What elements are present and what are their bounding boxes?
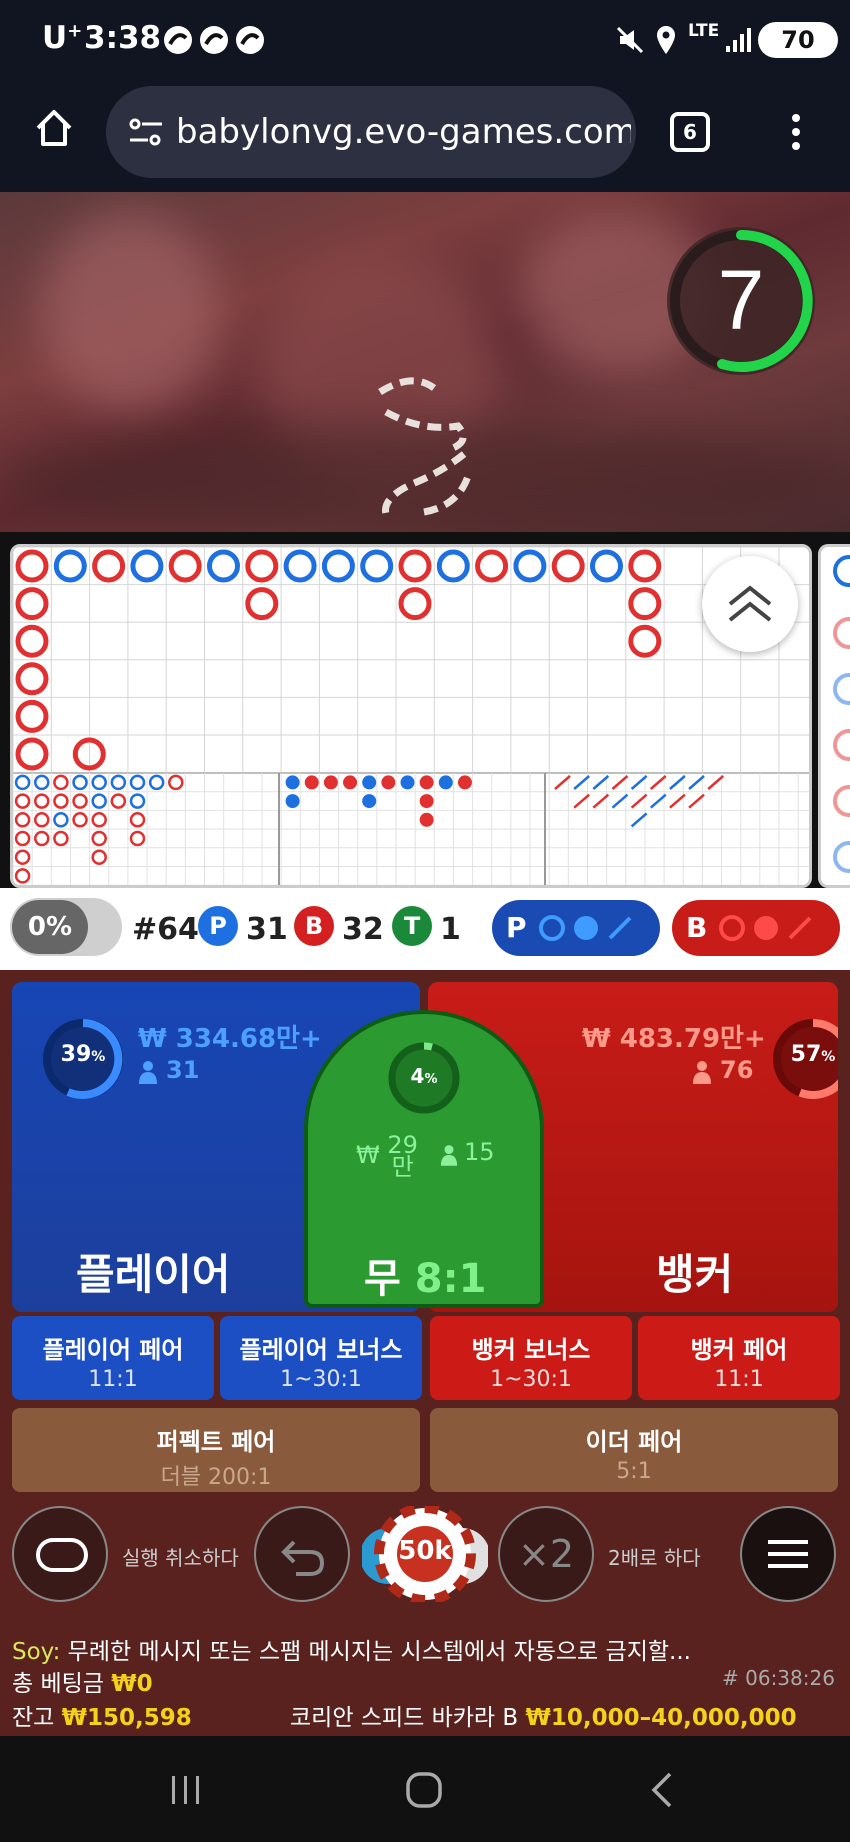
tie-bet-amount: ₩ 29 만 [356,1131,418,1181]
url-field[interactable]: babylonvg.evo-games.com/t [106,86,636,178]
live-video: 7 [0,192,850,532]
player-count: 31 [246,912,288,947]
percent-value: 0% [12,900,88,954]
tie-label: 무 8:1 [364,1256,487,1302]
double-label: 2배로 하다 [608,1546,701,1570]
back-nav-icon[interactable] [646,1770,676,1810]
balance: 잔고 ₩150,598 [12,1705,192,1731]
browser-toolbar: babylonvg.evo-games.com/t 6 [0,80,850,192]
either-pair-bet[interactable]: 이더 페어 5:1 [430,1408,838,1492]
table-icon [36,1538,88,1572]
tie-count-badge: T [392,906,432,946]
chat-message: Soy: 무례한 메시지 또는 스팸 메시지는 시스템에서 자동으로 금지할..… [12,1632,691,1666]
player-label: 플레이어 [76,1250,231,1299]
battery-indicator: 70 [758,22,838,58]
player-bet-amount: ₩ 334.68만+ [138,1024,322,1054]
banker-predict-label: B [686,911,708,944]
double-button[interactable]: ×2 [498,1506,594,1602]
banker-percent: 57% [790,1042,836,1067]
banker-bonus-bet[interactable]: 뱅커 보너스 1~30:1 [430,1316,632,1400]
banker-predict-button[interactable]: B [672,900,840,956]
betting-table: 39% ₩ 334.68만+ 31 플레이어 ₩ 483.79만+ 76 57%… [0,970,850,1736]
menu-button[interactable] [740,1506,836,1602]
system-navigation-bar [0,1736,850,1842]
notification-icon [200,26,228,54]
hamburger-icon [768,1540,808,1568]
perfect-pair-bet[interactable]: 퍼펙트 페어 더블 200:1 [12,1408,420,1492]
player-bettor-count: 31 [166,1056,200,1084]
roadmap-scoreboard [10,544,812,888]
player-predict-label: P [506,911,527,944]
more-menu-icon[interactable] [784,110,808,154]
url-text: babylonvg.evo-games.com/t [176,112,631,152]
recent-apps-icon[interactable] [168,1772,204,1808]
tab-switcher-button[interactable]: 6 [670,112,710,152]
chat-text: 무례한 메시지 또는 스팸 메시지는 시스템에서 자동으로 금지할... [60,1639,691,1665]
player-count-badge: P [198,906,238,946]
roadmap-grid [13,547,809,885]
total-bet: 총 베팅금 ₩0 [12,1671,153,1697]
game-time: # 06:38:26 [722,1666,835,1690]
undo-icon [281,1540,325,1576]
status-bar: U+ 3:38 LTE 70 [0,0,850,80]
user-icon [139,1061,157,1084]
banker-bettor-count: 76 [720,1056,754,1084]
player-predict-icons [539,915,632,941]
player-pair-bet[interactable]: 플레이어 페어 11:1 [12,1316,214,1400]
home-icon[interactable] [32,106,76,150]
banker-bet-amount: ₩ 483.79만+ [582,1024,766,1054]
round-stats: 0% #64 P 31 B 32 T 1 P B [0,888,850,970]
countdown-value: 7 [717,253,765,347]
tie-bettor-count: 15 [464,1138,495,1166]
notification-icon [164,26,192,54]
undo-label: 실행 취소하다 [122,1546,239,1570]
signal-icon [726,28,751,52]
banker-predict-icons [719,915,812,941]
table-info: 코리안 스피드 바카라 B ₩10,000–40,000,000 [290,1705,797,1731]
double-chevron-up-icon [728,585,772,622]
banker-pair-bet[interactable]: 뱅커 페어 11:1 [638,1316,840,1400]
player-bonus-bet[interactable]: 플레이어 보너스 1~30:1 [220,1316,422,1400]
percent-toggle[interactable]: 0% [10,898,122,956]
notification-icon [236,26,264,54]
player-predict-button[interactable]: P [492,900,660,956]
banker-count-badge: B [294,906,334,946]
round-number: #64 [132,912,199,947]
undo-button[interactable] [254,1506,350,1602]
player-percent: 39% [60,1042,106,1067]
home-nav-icon[interactable] [404,1770,444,1810]
evolution-logo [378,377,472,516]
chip-selector[interactable]: 50k [360,1503,490,1605]
collapse-roadmap-button[interactable] [702,556,798,652]
site-settings-icon[interactable] [128,116,164,148]
location-icon [657,26,675,54]
chat-user: Soy: [12,1639,61,1665]
clock: 3:38 [84,20,162,56]
double-icon: ×2 [517,1532,575,1576]
banker-label: 뱅커 [656,1250,734,1299]
chip-value: 50k [398,1536,452,1566]
user-icon [693,1061,711,1084]
tie-count: 1 [440,912,461,947]
user-icon [440,1145,458,1166]
lobby-button[interactable] [12,1506,108,1602]
mute-icon [616,26,644,54]
side-roadmap-edge [818,544,850,888]
carrier-label: U+ [42,20,83,56]
tie-percent: 4% [410,1064,438,1088]
network-type: LTE [688,21,720,41]
banker-count: 32 [342,912,384,947]
tie-bet-area[interactable]: 4% ₩ 29 만 15 무 8:1 [304,1010,544,1308]
